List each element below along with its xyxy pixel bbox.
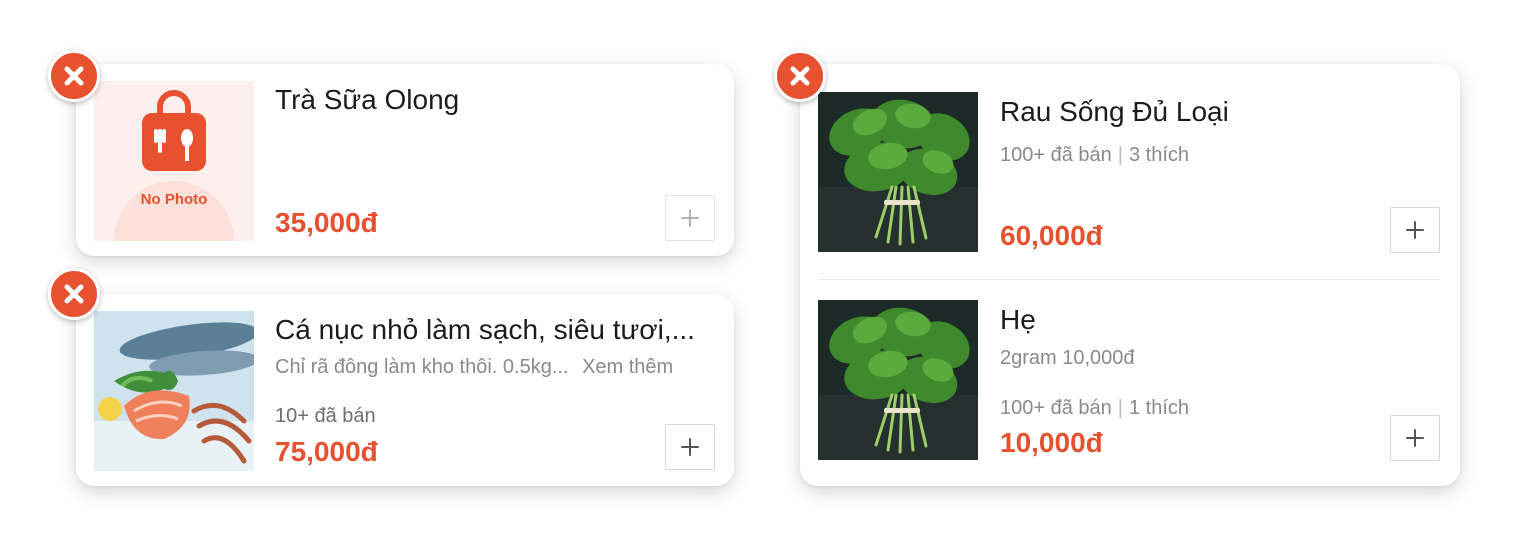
add-to-cart-button[interactable] (665, 195, 715, 241)
close-icon (787, 63, 813, 89)
add-to-cart-button[interactable] (665, 424, 715, 470)
spinach-image (818, 92, 978, 252)
plus-icon (1405, 220, 1425, 240)
like-count: 3 thích (1128, 144, 1190, 166)
add-to-cart-button[interactable] (1390, 207, 1440, 253)
add-to-cart-button[interactable] (1390, 415, 1440, 461)
product-image (818, 300, 978, 460)
stats-separator: | (1117, 397, 1123, 419)
plus-icon (680, 208, 700, 228)
no-photo-label: No Photo (140, 191, 208, 208)
remove-button[interactable] (774, 50, 826, 102)
product-price: 35,000đ (275, 207, 378, 238)
product-image-placeholder: No Photo (94, 81, 254, 241)
product-price: 10,000đ (1000, 427, 1103, 458)
product-stats: 100+ đã bán | 1 thích (1000, 397, 1189, 420)
close-icon (61, 281, 87, 307)
sold-count: 100+ đã bán (1000, 397, 1112, 419)
product-group-card: Rau Sống Đủ Loại 100+ đã bán | 3 thích 60,… (800, 64, 1460, 486)
plus-icon (1405, 428, 1425, 448)
product-price: 60,000đ (1000, 220, 1103, 251)
product-title: Rau Sống Đủ Loại (1000, 96, 1229, 127)
stats-separator: | (1117, 144, 1123, 166)
close-icon (61, 63, 87, 89)
product-title: Hẹ (1000, 304, 1036, 335)
sold-count: 100+ đã bán (1000, 144, 1112, 166)
remove-button[interactable] (48, 50, 100, 102)
product-price: 75,000đ (275, 436, 378, 467)
product-card-ca-nuc[interactable]: Cá nục nhỏ làm sạch, siêu tươi,... Chỉ r… (76, 294, 734, 486)
product-description: Chỉ rã đông làm kho thôi. 0.5kg... Xem t… (275, 356, 673, 379)
description-text: Chỉ rã đông làm kho thôi. 0.5kg... (275, 356, 569, 378)
sold-count: 10+ đã bán (275, 405, 376, 427)
see-more-link[interactable]: Xem thêm (582, 356, 673, 378)
remove-button[interactable] (48, 268, 100, 320)
product-card-tra-sua[interactable]: No Photo Trà Sữa Olong 35,000đ (76, 64, 734, 256)
product-image (818, 92, 978, 252)
item-divider (818, 279, 1440, 280)
product-image (94, 311, 254, 471)
product-title: Trà Sữa Olong (275, 84, 460, 115)
spinach-image (818, 300, 978, 460)
no-photo-icon (94, 81, 254, 241)
product-note: 2gram 10,000đ (1000, 347, 1135, 369)
fish-image (94, 311, 254, 471)
product-stats: 100+ đã bán | 3 thích (1000, 144, 1189, 167)
like-count: 1 thích (1128, 397, 1190, 419)
product-title: Cá nục nhỏ làm sạch, siêu tươi,... (275, 314, 695, 345)
plus-icon (680, 437, 700, 457)
